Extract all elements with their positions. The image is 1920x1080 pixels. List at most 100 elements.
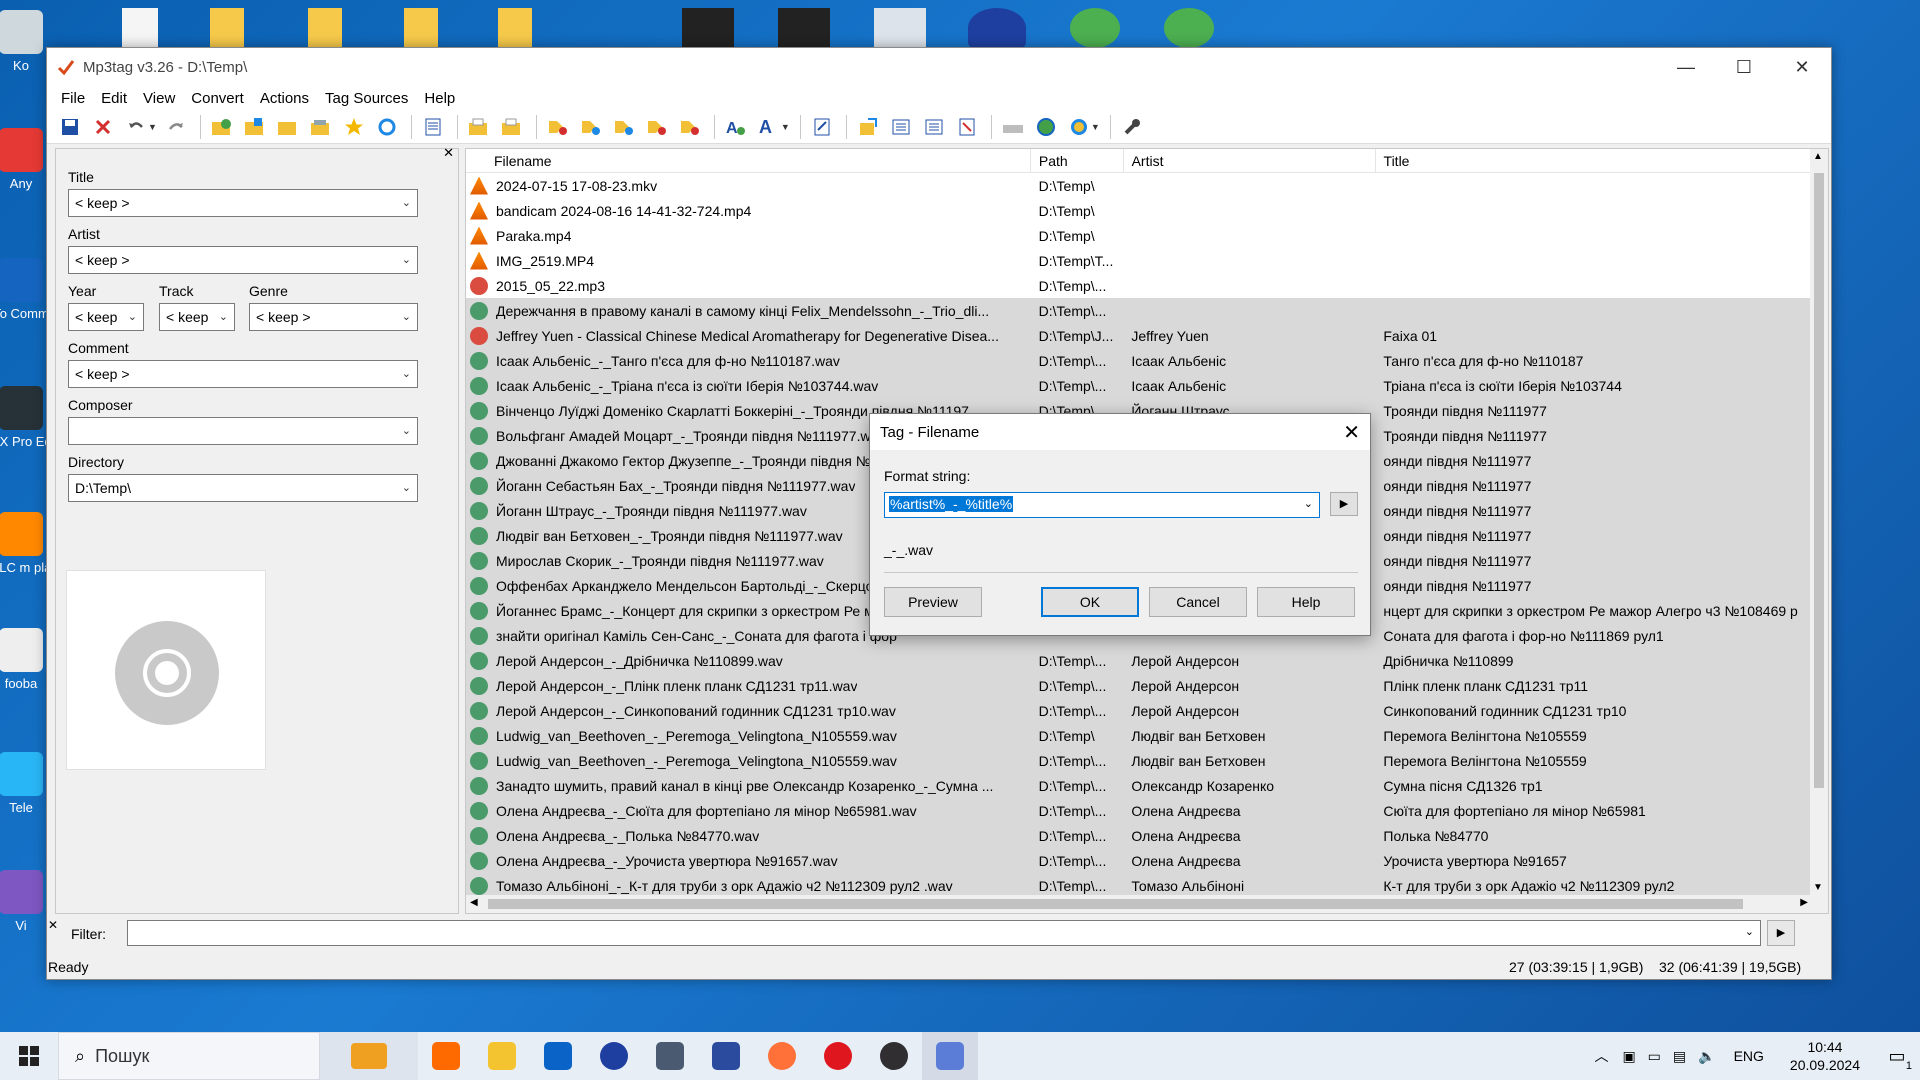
desktop-folder-icon[interactable] xyxy=(404,8,438,48)
column-artist[interactable]: Artist xyxy=(1124,149,1376,172)
table-row[interactable]: Ісаак Альбеніс_-_Тріана п'єса із сюїти І… xyxy=(466,373,1828,398)
notifications-button[interactable]: ▭ 1 xyxy=(1874,1032,1920,1080)
apple-icon[interactable] xyxy=(1070,8,1120,48)
close-panel-icon[interactable]: ✕ xyxy=(443,145,454,161)
device-icon[interactable]: ▣ xyxy=(1622,1048,1635,1065)
table-row[interactable]: 2015_05_22.mp3 D:\Temp\... xyxy=(466,273,1828,298)
desktop-file-icon[interactable] xyxy=(122,8,158,48)
format-menu-button[interactable]: ▶ xyxy=(1330,492,1358,516)
format-string-input[interactable]: %artist%_-_%title% ⌄ xyxy=(884,492,1320,518)
move-icon[interactable] xyxy=(853,113,883,141)
cancel-button[interactable]: Cancel xyxy=(1149,587,1247,617)
close-filter-icon[interactable]: ✕ xyxy=(48,918,58,932)
export-icon[interactable] xyxy=(497,113,527,141)
table-row[interactable]: IMG_2519.MP4 D:\Temp\T... xyxy=(466,248,1828,273)
table-row[interactable]: 2024-07-15 17-08-23.mkv D:\Temp\ xyxy=(466,173,1828,198)
menu-convert[interactable]: Convert xyxy=(183,90,252,107)
minimize-button[interactable]: — xyxy=(1657,48,1715,86)
cover-art[interactable] xyxy=(66,570,266,770)
filter-apply-button[interactable]: ▶ xyxy=(1767,920,1795,946)
table-row[interactable]: Олена Андреєва_-_Урочиста увертюра №9165… xyxy=(466,848,1828,873)
table-row[interactable]: Ludwig_van_Beethoven_-_Peremoga_Velingto… xyxy=(466,723,1828,748)
network-icon[interactable]: ▤ xyxy=(1673,1048,1686,1065)
scroll-thumb[interactable] xyxy=(488,899,1743,909)
open-folder-icon[interactable] xyxy=(273,113,303,141)
ok-button[interactable]: OK xyxy=(1041,587,1139,617)
table-row[interactable]: Лерой Андерсон_-_Дрібничка №110899.wav D:… xyxy=(466,648,1828,673)
menu-tag-sources[interactable]: Tag Sources xyxy=(317,90,416,107)
taskbar-app-app[interactable] xyxy=(642,1032,698,1080)
scroll-thumb[interactable] xyxy=(1814,173,1824,788)
web-icon[interactable] xyxy=(998,113,1028,141)
desktop-app-icon[interactable] xyxy=(874,8,926,48)
table-row[interactable]: bandicam 2024-08-16 14-41-32-724.mp4 D:\T… xyxy=(466,198,1828,223)
table-row[interactable]: Лерой Андерсон_-_Плінк пленк планк СД123… xyxy=(466,673,1828,698)
chevron-down-icon[interactable]: ⌄ xyxy=(402,481,411,494)
genre-field[interactable]: < keep > ⌄ xyxy=(249,303,418,331)
taskbar-app-opera[interactable] xyxy=(810,1032,866,1080)
menu-actions[interactable]: Actions xyxy=(252,90,317,107)
table-row[interactable]: Занадто шумить, правий канал в кінці рве… xyxy=(466,773,1828,798)
taskbar-app-briefcase[interactable] xyxy=(320,1032,418,1080)
undo-icon[interactable] xyxy=(121,113,151,141)
menu-view[interactable]: View xyxy=(135,90,183,107)
filename-tag-icon[interactable] xyxy=(576,113,606,141)
taskbar-app-browser[interactable] xyxy=(418,1032,474,1080)
remove-tag-icon[interactable] xyxy=(88,113,118,141)
chevron-down-icon[interactable]: ⌄ xyxy=(219,310,228,323)
undo-dropdown-icon[interactable]: ▼ xyxy=(148,122,157,132)
table-row[interactable]: Лерой Андерсон_-_Синкопований годинник С… xyxy=(466,698,1828,723)
autonumber-icon[interactable] xyxy=(675,113,705,141)
redo-icon[interactable] xyxy=(161,113,191,141)
case-conversion-icon[interactable]: A xyxy=(721,113,751,141)
add-file-icon[interactable] xyxy=(240,113,270,141)
scroll-right-icon[interactable]: ▶ xyxy=(1800,897,1808,908)
clock[interactable]: 10:44 20.09.2024 xyxy=(1790,1038,1860,1074)
table-row[interactable]: Олена Андреєва_-_Полька №84770.wav D:\Tem… xyxy=(466,823,1828,848)
refresh-icon[interactable] xyxy=(372,113,402,141)
desktop-app-icon[interactable] xyxy=(682,8,734,48)
horizontal-scrollbar[interactable]: ◀ ▶ xyxy=(466,895,1812,913)
column-title[interactable]: Title xyxy=(1376,149,1828,172)
chevron-down-icon[interactable]: ⌄ xyxy=(1304,497,1313,510)
settings-wrench-icon[interactable] xyxy=(1117,113,1147,141)
font-dropdown-icon[interactable]: ▼ xyxy=(781,122,790,132)
menu-edit[interactable]: Edit xyxy=(93,90,135,107)
taskbar-app-firefox[interactable] xyxy=(754,1032,810,1080)
table-row[interactable]: Дережчання в правому каналі в самому кін… xyxy=(466,298,1828,323)
artist-field[interactable]: < keep > ⌄ xyxy=(68,246,418,274)
column-path[interactable]: Path xyxy=(1031,149,1124,172)
chevron-down-icon[interactable]: ⌄ xyxy=(402,367,411,380)
tag-filename-icon[interactable] xyxy=(543,113,573,141)
chevron-up-icon[interactable]: ︿ xyxy=(1594,1046,1608,1066)
desktop-app-icon[interactable] xyxy=(778,8,830,48)
apple-icon[interactable] xyxy=(1164,8,1214,48)
playlist-icon[interactable] xyxy=(464,113,494,141)
star-icon[interactable] xyxy=(339,113,369,141)
taskbar-search[interactable]: ⌕ Пошук xyxy=(58,1032,320,1080)
font-icon[interactable]: A xyxy=(754,113,784,141)
table-row[interactable]: Paraka.mp4 D:\Temp\ xyxy=(466,223,1828,248)
help-button[interactable]: Help xyxy=(1257,587,1355,617)
battery-icon[interactable]: ▭ xyxy=(1648,1048,1661,1065)
chevron-down-icon[interactable]: ⌄ xyxy=(402,253,411,266)
menu-help[interactable]: Help xyxy=(416,90,463,107)
text-tag-icon[interactable] xyxy=(609,113,639,141)
tag-source-icon[interactable] xyxy=(886,113,916,141)
dialog-close-icon[interactable]: ✕ xyxy=(1343,420,1360,445)
taskbar-app-outlook[interactable] xyxy=(530,1032,586,1080)
table-row[interactable]: Ісаак Альбеніс_-_Танго п'єса для ф-но №1… xyxy=(466,348,1828,373)
chevron-down-icon[interactable]: ⌄ xyxy=(128,310,137,323)
extended-tags-icon[interactable] xyxy=(807,113,837,141)
tag-source-icon[interactable] xyxy=(919,113,949,141)
table-row[interactable]: Олена Андреєва_-_Сюїта для фортепіано ля… xyxy=(466,798,1828,823)
taskbar-app-obs[interactable] xyxy=(866,1032,922,1080)
taskbar-app-headphones[interactable] xyxy=(586,1032,642,1080)
year-field[interactable]: < keep ⌄ xyxy=(68,303,144,331)
filter-input[interactable]: ⌄ xyxy=(127,920,1761,946)
save-icon[interactable] xyxy=(55,113,85,141)
add-directory-icon[interactable] xyxy=(207,113,237,141)
scroll-left-icon[interactable]: ◀ xyxy=(470,897,478,908)
volume-icon[interactable]: 🔈 xyxy=(1698,1048,1715,1065)
table-row[interactable]: Jeffrey Yuen - Classical Chinese Medical… xyxy=(466,323,1828,348)
